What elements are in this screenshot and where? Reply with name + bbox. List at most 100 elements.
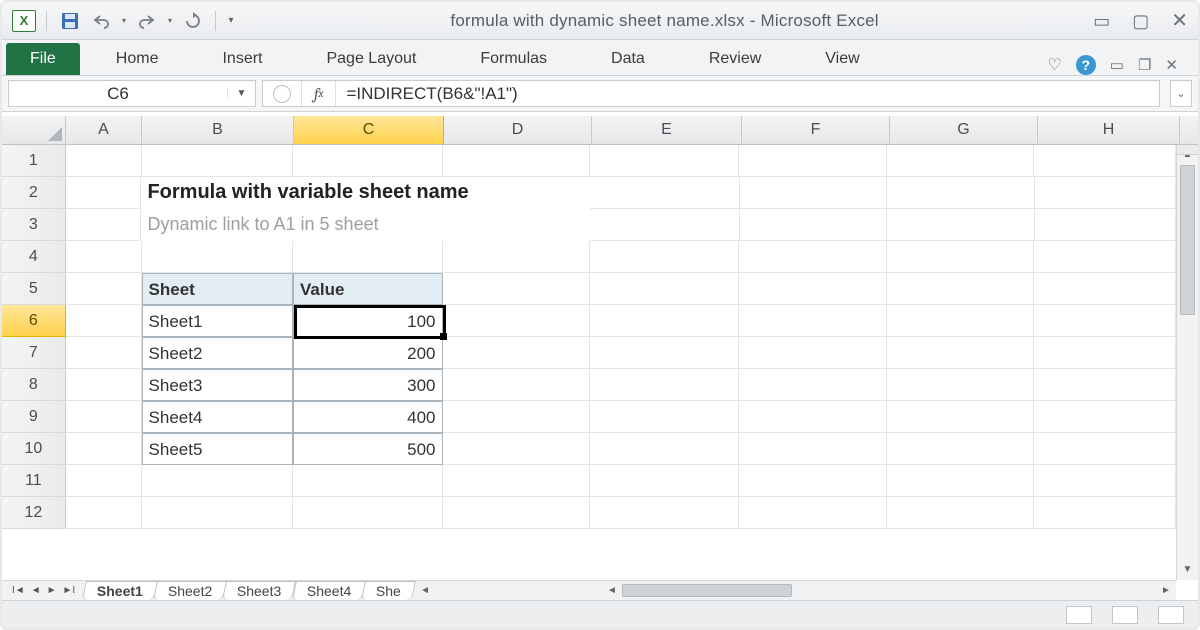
cell[interactable] bbox=[590, 241, 739, 273]
close-icon[interactable]: ✕ bbox=[1171, 11, 1188, 31]
cell[interactable] bbox=[66, 305, 142, 337]
tab-review[interactable]: Review bbox=[695, 43, 775, 75]
cell[interactable] bbox=[66, 241, 142, 273]
cell[interactable] bbox=[1034, 273, 1176, 305]
cell[interactable] bbox=[66, 401, 142, 433]
split-handle[interactable] bbox=[1177, 145, 1198, 155]
row-header-1[interactable]: 1 bbox=[2, 145, 66, 177]
cell[interactable] bbox=[1034, 401, 1176, 433]
tab-insert[interactable]: Insert bbox=[208, 43, 276, 75]
cell[interactable] bbox=[590, 337, 739, 369]
table-cell-value[interactable]: 400 bbox=[293, 401, 442, 433]
cell[interactable] bbox=[590, 145, 739, 177]
tab-home[interactable]: Home bbox=[102, 43, 173, 75]
formula-input[interactable]: =INDIRECT(B6&"!A1") bbox=[336, 84, 1159, 104]
cell[interactable] bbox=[887, 401, 1035, 433]
cell[interactable] bbox=[142, 145, 293, 177]
cell[interactable] bbox=[887, 369, 1035, 401]
excel-app-icon[interactable]: X bbox=[12, 10, 36, 32]
file-tab[interactable]: File bbox=[6, 43, 80, 75]
cell[interactable] bbox=[443, 241, 591, 273]
cell[interactable] bbox=[1035, 209, 1176, 241]
cell[interactable] bbox=[66, 369, 142, 401]
cell[interactable] bbox=[443, 369, 591, 401]
table-cell-sheet[interactable]: Sheet4 bbox=[142, 401, 293, 433]
repeat-button[interactable] bbox=[181, 10, 205, 32]
cell[interactable] bbox=[1034, 433, 1176, 465]
cell[interactable] bbox=[739, 305, 887, 337]
col-header-a[interactable]: A bbox=[66, 116, 142, 144]
cell[interactable] bbox=[740, 177, 887, 209]
sheet-tab[interactable]: She bbox=[361, 581, 416, 600]
vertical-scrollbar[interactable]: ▲ ▼ bbox=[1176, 145, 1198, 580]
cell[interactable] bbox=[590, 273, 739, 305]
cell[interactable] bbox=[739, 145, 887, 177]
cell[interactable] bbox=[66, 433, 142, 465]
row-header-3[interactable]: 3 bbox=[2, 209, 66, 241]
row-header-8[interactable]: 8 bbox=[2, 369, 66, 401]
cell[interactable] bbox=[1034, 337, 1176, 369]
name-box-value[interactable]: C6 bbox=[9, 84, 227, 104]
cell[interactable] bbox=[739, 401, 887, 433]
row-header-6[interactable]: 6 bbox=[2, 305, 66, 337]
cell[interactable] bbox=[887, 433, 1035, 465]
row-header-4[interactable]: 4 bbox=[2, 241, 66, 273]
sheet-tab[interactable]: Sheet2 bbox=[153, 581, 227, 600]
cell[interactable] bbox=[887, 497, 1035, 529]
cell[interactable] bbox=[1034, 497, 1176, 529]
table-header-value[interactable]: Value bbox=[293, 273, 442, 305]
table-cell-sheet[interactable]: Sheet1 bbox=[142, 305, 293, 337]
row-header-5[interactable]: 5 bbox=[2, 273, 66, 305]
cell[interactable] bbox=[739, 273, 887, 305]
col-header-g[interactable]: G bbox=[890, 116, 1038, 144]
row-header-10[interactable]: 10 bbox=[2, 433, 66, 465]
cell[interactable] bbox=[739, 337, 887, 369]
redo-button[interactable] bbox=[135, 10, 159, 32]
minimize-icon[interactable]: ▭ bbox=[1093, 12, 1110, 30]
undo-dropdown[interactable]: ▾ bbox=[119, 10, 129, 32]
cell[interactable] bbox=[887, 241, 1035, 273]
cell[interactable] bbox=[142, 241, 293, 273]
row-header-9[interactable]: 9 bbox=[2, 401, 66, 433]
undo-button[interactable] bbox=[89, 10, 113, 32]
fx-icon[interactable]: fx bbox=[302, 81, 336, 106]
tab-scroll-icon[interactable]: ◄ bbox=[414, 585, 430, 596]
tab-formulas[interactable]: Formulas bbox=[466, 43, 561, 75]
name-box[interactable]: C6 ▼ bbox=[8, 80, 256, 107]
save-button[interactable] bbox=[57, 9, 83, 33]
cell[interactable] bbox=[1034, 145, 1176, 177]
table-cell-value[interactable]: 100 bbox=[293, 305, 442, 337]
sheet-tab[interactable]: Sheet1 bbox=[82, 581, 158, 600]
sheet-tab[interactable]: Sheet4 bbox=[292, 581, 366, 600]
row-header-2[interactable]: 2 bbox=[2, 177, 66, 209]
table-cell-sheet[interactable]: Sheet3 bbox=[142, 369, 293, 401]
select-all-corner[interactable] bbox=[2, 116, 66, 144]
cell[interactable] bbox=[443, 145, 591, 177]
scroll-thumb[interactable] bbox=[622, 584, 792, 597]
cell[interactable] bbox=[66, 497, 142, 529]
cell[interactable] bbox=[66, 177, 142, 209]
cell[interactable] bbox=[1034, 241, 1176, 273]
cell[interactable] bbox=[739, 369, 887, 401]
cell[interactable] bbox=[739, 497, 887, 529]
horizontal-scrollbar[interactable]: ◄ ► bbox=[602, 580, 1176, 600]
cell[interactable] bbox=[739, 433, 887, 465]
cell[interactable] bbox=[443, 465, 591, 497]
ribbon-collapse-icon[interactable]: ♡ bbox=[1047, 55, 1061, 75]
cell[interactable] bbox=[590, 209, 739, 241]
row-header-11[interactable]: 11 bbox=[2, 465, 66, 497]
maximize-icon[interactable]: ▢ bbox=[1132, 12, 1149, 30]
heading-text[interactable]: Formula with variable sheet name bbox=[141, 177, 293, 209]
cell[interactable] bbox=[66, 465, 142, 497]
cell[interactable] bbox=[443, 273, 591, 305]
cell[interactable] bbox=[590, 369, 739, 401]
cell[interactable] bbox=[443, 497, 591, 529]
tab-last-icon[interactable]: ►I bbox=[61, 585, 78, 596]
cell[interactable] bbox=[1034, 369, 1176, 401]
cell[interactable] bbox=[293, 145, 442, 177]
cell[interactable] bbox=[142, 497, 293, 529]
doc-restore-icon[interactable]: ❐ bbox=[1138, 56, 1151, 74]
cell[interactable] bbox=[887, 305, 1035, 337]
cell[interactable] bbox=[443, 433, 591, 465]
cell[interactable] bbox=[443, 305, 591, 337]
